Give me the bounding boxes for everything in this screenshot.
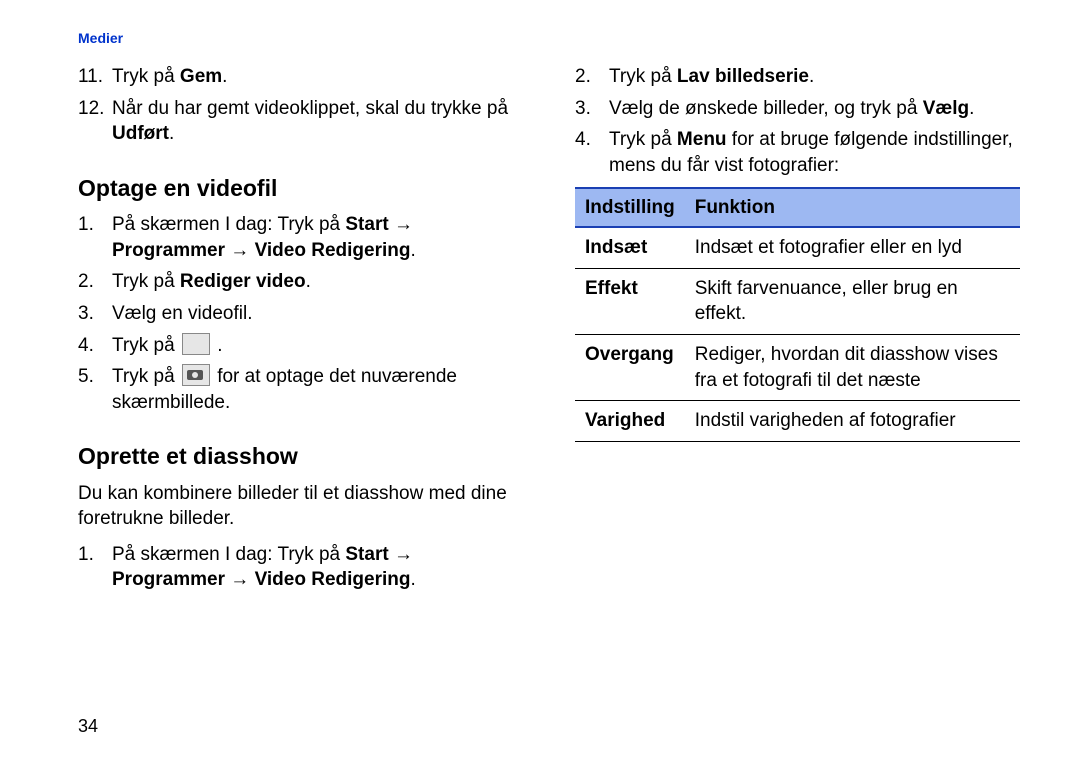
two-column-layout: 11. Tryk på Gem. 12. Når du har gemt vid… bbox=[78, 64, 1020, 599]
s1-step-2: 2. Tryk på Rediger video. bbox=[78, 269, 523, 295]
step-text: Tryk på Lav billedserie. bbox=[609, 64, 814, 90]
step-text: Tryk på Rediger video. bbox=[112, 269, 311, 295]
heading-optage: Optage en videofil bbox=[78, 173, 523, 204]
step-text: Tryk på for at optage det nuværende skær… bbox=[112, 364, 523, 415]
step-number: 2. bbox=[78, 269, 112, 295]
table-header-row: Indstilling Funktion bbox=[575, 188, 1020, 228]
table-row: Indsæt Indsæt et fotografier eller en ly… bbox=[575, 227, 1020, 268]
step-text: Tryk på . bbox=[112, 333, 222, 359]
step-text: Tryk på Gem. bbox=[112, 64, 227, 90]
step-number: 4. bbox=[575, 127, 609, 178]
s1-step-5: 5. Tryk på for at optage det nuværende s… bbox=[78, 364, 523, 415]
page-number: 34 bbox=[78, 716, 98, 737]
step-number: 3. bbox=[575, 96, 609, 122]
r-step-3: 3. Vælg de ønskede billeder, og tryk på … bbox=[575, 96, 1020, 122]
step-number: 4. bbox=[78, 333, 112, 359]
step-text: Når du har gemt videoklippet, skal du tr… bbox=[112, 96, 523, 147]
manual-page: Medier 11. Tryk på Gem. 12. Når du har g… bbox=[0, 0, 1080, 765]
s2-step-1: 1. På skærmen I dag: Tryk på Start → Pro… bbox=[78, 542, 523, 593]
step-number: 1. bbox=[78, 212, 112, 263]
th-funktion: Funktion bbox=[685, 188, 1020, 228]
r-step-2: 2. Tryk på Lav billedserie. bbox=[575, 64, 1020, 90]
th-indstilling: Indstilling bbox=[575, 188, 685, 228]
step-number: 1. bbox=[78, 542, 112, 593]
settings-table: Indstilling Funktion Indsæt Indsæt et fo… bbox=[575, 187, 1020, 442]
cell-function: Skift farvenuance, eller brug en effekt. bbox=[685, 268, 1020, 334]
cell-setting: Effekt bbox=[575, 268, 685, 334]
step-11: 11. Tryk på Gem. bbox=[78, 64, 523, 90]
step-number: 12. bbox=[78, 96, 112, 147]
step-text: Vælg en videofil. bbox=[112, 301, 252, 327]
cell-function: Rediger, hvordan dit diasshow vises fra … bbox=[685, 335, 1020, 401]
table-row: Varighed Indstil varigheden af fotografi… bbox=[575, 401, 1020, 442]
section-header: Medier bbox=[78, 30, 1020, 46]
s1-step-3: 3. Vælg en videofil. bbox=[78, 301, 523, 327]
heading-oprette: Oprette et diasshow bbox=[78, 441, 523, 472]
cell-setting: Indsæt bbox=[575, 227, 685, 268]
step-number: 5. bbox=[78, 364, 112, 415]
step-text: Tryk på Menu for at bruge følgende indst… bbox=[609, 127, 1020, 178]
record-icon bbox=[182, 333, 210, 355]
cell-function: Indstil varigheden af fotografier bbox=[685, 401, 1020, 442]
left-column: 11. Tryk på Gem. 12. Når du har gemt vid… bbox=[78, 64, 523, 599]
step-12: 12. Når du har gemt videoklippet, skal d… bbox=[78, 96, 523, 147]
right-column: 2. Tryk på Lav billedserie. 3. Vælg de ø… bbox=[575, 64, 1020, 599]
cell-setting: Varighed bbox=[575, 401, 685, 442]
step-text: På skærmen I dag: Tryk på Start → Progra… bbox=[112, 212, 523, 263]
r-step-4: 4. Tryk på Menu for at bruge følgende in… bbox=[575, 127, 1020, 178]
section2-intro: Du kan kombinere billeder til et diassho… bbox=[78, 481, 523, 532]
step-number: 11. bbox=[78, 64, 112, 90]
s1-step-1: 1. På skærmen I dag: Tryk på Start → Pro… bbox=[78, 212, 523, 263]
cell-setting: Overgang bbox=[575, 335, 685, 401]
step-number: 3. bbox=[78, 301, 112, 327]
cell-function: Indsæt et fotografier eller en lyd bbox=[685, 227, 1020, 268]
step-text: På skærmen I dag: Tryk på Start → Progra… bbox=[112, 542, 523, 593]
table-row: Overgang Rediger, hvordan dit diasshow v… bbox=[575, 335, 1020, 401]
table-row: Effekt Skift farvenuance, eller brug en … bbox=[575, 268, 1020, 334]
s1-step-4: 4. Tryk på . bbox=[78, 333, 523, 359]
step-number: 2. bbox=[575, 64, 609, 90]
step-text: Vælg de ønskede billeder, og tryk på Væl… bbox=[609, 96, 974, 122]
camera-icon bbox=[182, 364, 210, 386]
